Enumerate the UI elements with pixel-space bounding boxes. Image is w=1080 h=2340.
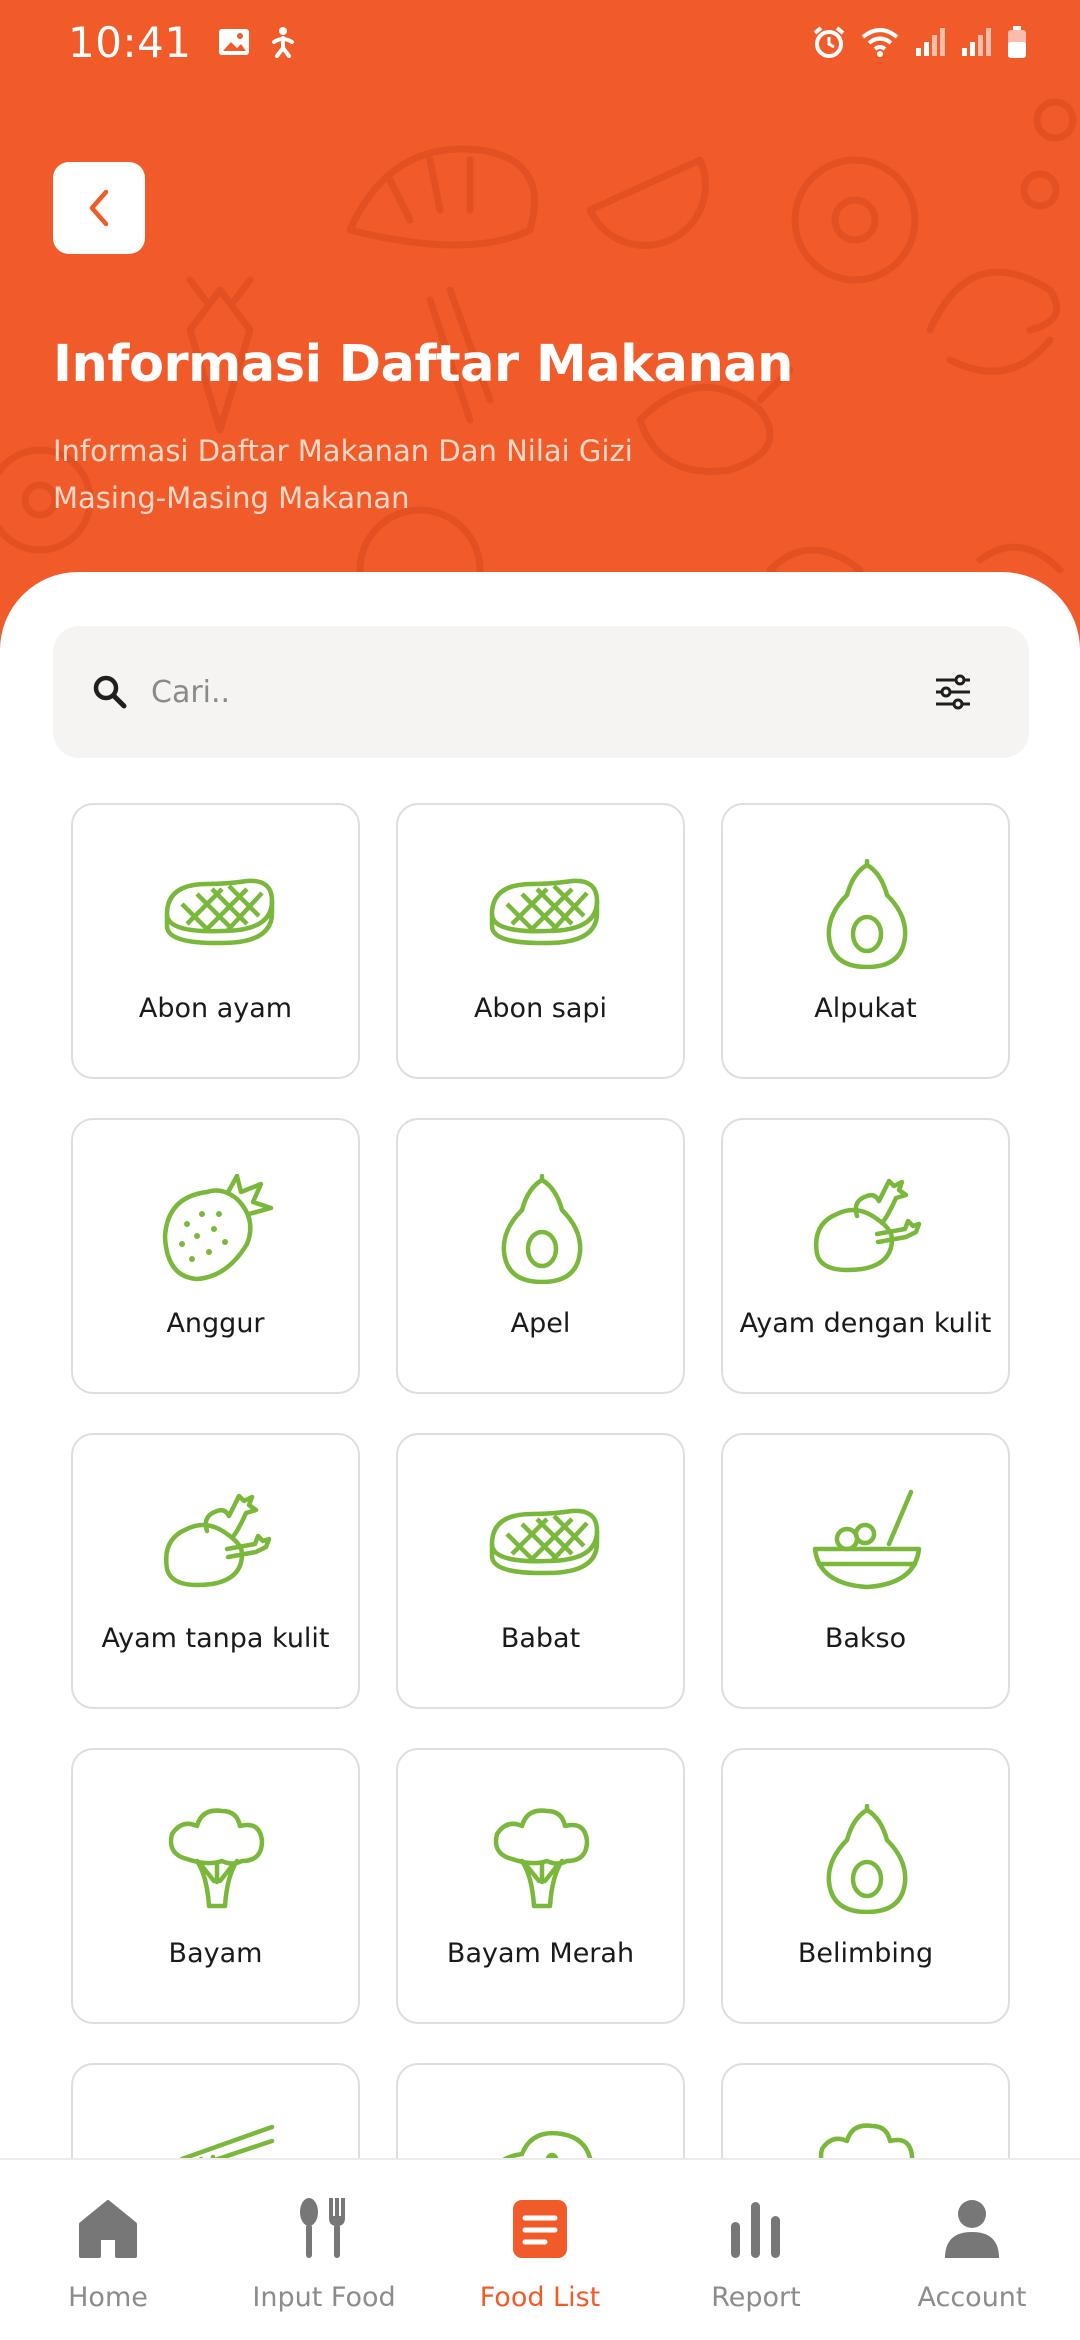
nav-item-input-food[interactable]: Input Food xyxy=(216,2160,432,2340)
status-bar: 10:41 xyxy=(0,0,1080,84)
chicken-leg-icon xyxy=(813,1178,922,1273)
food-card[interactable]: Anggur xyxy=(71,1118,360,1394)
food-name: Belimbing xyxy=(797,1938,934,1969)
bottom-navigation: Home Input Food Food List Report Account xyxy=(0,2158,1080,2340)
cutlery-icon xyxy=(300,2198,345,2258)
bread-icon xyxy=(502,2130,593,2158)
food-card[interactable]: Bayam xyxy=(71,1748,360,2024)
nav-label: Account xyxy=(917,2282,1027,2313)
food-name: Bayam Merah xyxy=(446,1938,635,1969)
broccoli-icon xyxy=(493,1808,590,1909)
avocado-icon xyxy=(826,859,908,969)
food-name: Ayam tanpa kulit xyxy=(101,1623,330,1654)
nav-item-report[interactable]: Report xyxy=(648,2160,864,2340)
chicken-leg-icon xyxy=(163,1493,272,1588)
food-name: Bayam xyxy=(168,1938,263,1969)
steak-icon xyxy=(489,1508,600,1576)
food-card[interactable]: Ayam tanpa kulit xyxy=(71,1433,360,1709)
food-card[interactable] xyxy=(396,2063,685,2158)
status-time: 10:41 xyxy=(68,17,192,67)
alarm-icon xyxy=(813,26,845,58)
food-name: Ayam dengan kulit xyxy=(739,1308,992,1339)
food-card[interactable]: Abon ayam xyxy=(71,803,360,1079)
steak-icon xyxy=(164,878,275,946)
food-name: Alpukat xyxy=(814,993,917,1024)
bowl-icon xyxy=(812,1489,922,1590)
steak-icon xyxy=(489,878,600,946)
food-list: Abon ayam Abon sapi Alpukat Anggur Apel … xyxy=(0,790,1080,2158)
food-name: Apel xyxy=(510,1308,571,1339)
nav-label: Report xyxy=(711,2282,801,2313)
signal-icon xyxy=(916,28,945,56)
search-input[interactable] xyxy=(151,674,933,710)
avocado-icon xyxy=(501,1174,583,1284)
broccoli-icon xyxy=(168,1808,265,1909)
noodles-icon xyxy=(179,2124,275,2158)
food-card[interactable]: Bakso xyxy=(721,1433,1010,1709)
food-card[interactable]: Belimbing xyxy=(721,1748,1010,2024)
strawberry-icon xyxy=(162,1174,274,1282)
nav-label: Input Food xyxy=(252,2282,396,2313)
food-card[interactable]: Apel xyxy=(396,1118,685,1394)
food-name: Babat xyxy=(500,1623,581,1654)
back-button[interactable] xyxy=(53,162,145,254)
food-card[interactable]: Alpukat xyxy=(721,803,1010,1079)
nav-label: Food List xyxy=(479,2282,601,2313)
nav-item-food-list[interactable]: Food List xyxy=(432,2160,648,2340)
food-card[interactable]: Ayam dengan kulit xyxy=(721,1118,1010,1394)
food-card[interactable]: Bayam Merah xyxy=(396,1748,685,2024)
broccoli-icon xyxy=(818,2123,915,2158)
nav-item-account[interactable]: Account xyxy=(864,2160,1080,2340)
search-icon xyxy=(93,675,127,709)
food-name: Abon ayam xyxy=(138,993,293,1024)
wifi-icon xyxy=(861,28,899,57)
signal-icon xyxy=(962,28,991,56)
accessibility-icon xyxy=(271,27,294,58)
food-card[interactable]: Babat xyxy=(396,1433,685,1709)
food-name: Anggur xyxy=(166,1308,265,1339)
user-icon xyxy=(945,2200,999,2258)
page-title: Informasi Daftar Makanan xyxy=(53,335,793,394)
food-name: Abon sapi xyxy=(473,993,608,1024)
food-card[interactable] xyxy=(71,2063,360,2158)
page-subtitle: Informasi Daftar Makanan Dan Nilai Gizi … xyxy=(53,434,633,515)
food-name: Bakso xyxy=(824,1623,907,1654)
list-icon xyxy=(513,2200,567,2258)
filter-sliders-icon[interactable] xyxy=(933,672,973,712)
food-card[interactable] xyxy=(721,2063,1010,2158)
food-grid: Abon ayam Abon sapi Alpukat Anggur Apel … xyxy=(71,803,1011,2158)
nav-item-home[interactable]: Home xyxy=(0,2160,216,2340)
battery-icon xyxy=(1008,26,1026,58)
home-icon xyxy=(79,2200,137,2258)
search-bar xyxy=(53,626,1029,758)
image-icon xyxy=(218,29,249,55)
avocado-icon xyxy=(826,1804,908,1914)
food-card[interactable]: Abon sapi xyxy=(396,803,685,1079)
chevron-left-icon xyxy=(89,189,109,227)
bar-chart-icon xyxy=(731,2202,780,2258)
nav-label: Home xyxy=(68,2282,148,2313)
